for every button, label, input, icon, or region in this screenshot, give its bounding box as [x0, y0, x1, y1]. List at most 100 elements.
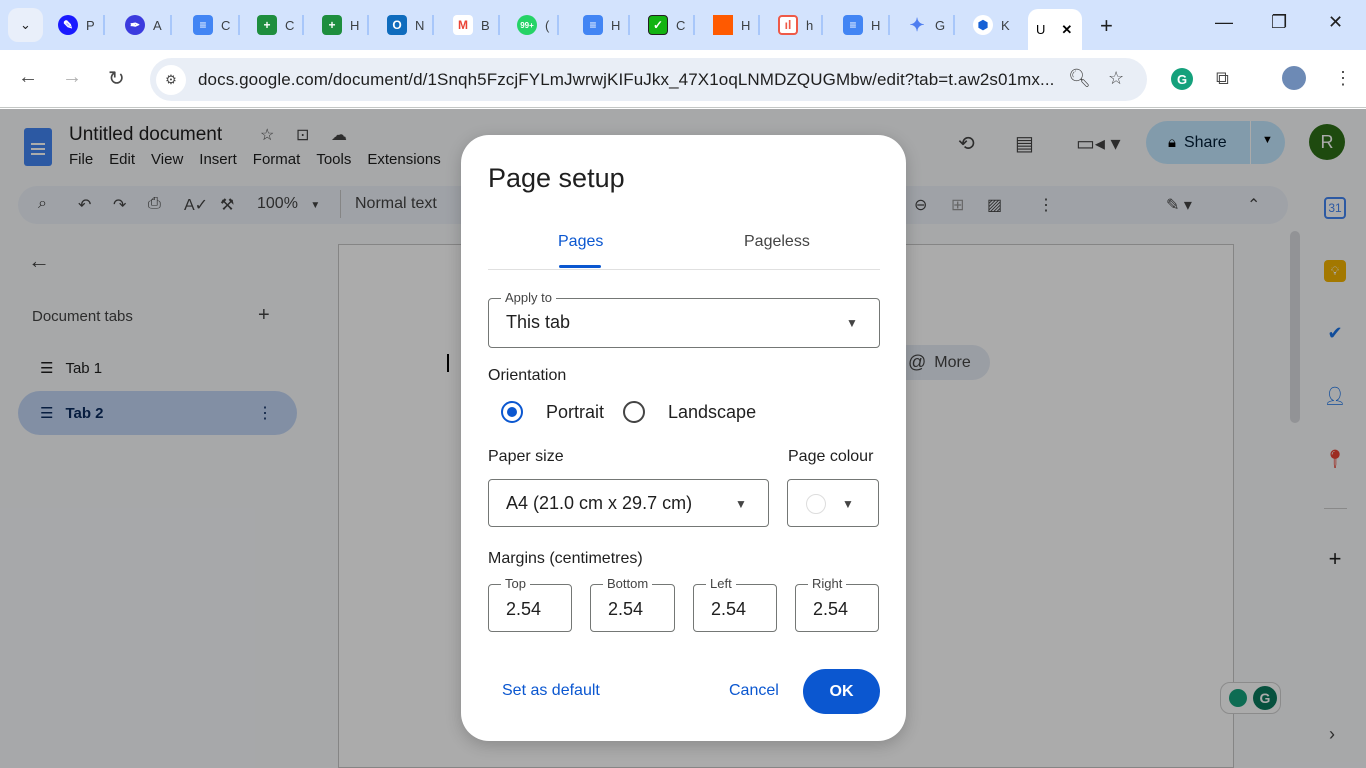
browser-tab[interactable]: + H: [322, 12, 370, 38]
tab-label: B: [481, 17, 490, 33]
docs-icon: ≡: [583, 15, 603, 35]
caret-down-icon: ▼: [846, 316, 858, 330]
docs-icon: ≡: [193, 15, 213, 35]
close-icon: ✕: [1328, 12, 1344, 32]
caret-down-icon: ▼: [842, 497, 854, 511]
margin-top-input[interactable]: Top 2.54: [488, 576, 572, 632]
forward-button[interactable]: →: [62, 66, 82, 89]
browser-tab[interactable]: H: [713, 12, 761, 38]
new-tab-button[interactable]: +: [1100, 13, 1113, 39]
outlook-icon: O: [387, 15, 407, 35]
tab-label: C: [676, 17, 686, 33]
field-value[interactable]: 2.54: [813, 599, 848, 620]
browser-tab[interactable]: ≡ C: [193, 12, 241, 38]
field-value[interactable]: 2.54: [711, 599, 746, 620]
browser-tab[interactable]: ✓ C: [648, 12, 696, 38]
profile-avatar[interactable]: [1282, 66, 1306, 90]
caret-down-icon: ▼: [735, 497, 747, 511]
browser-tab[interactable]: ≡ H: [843, 12, 891, 38]
sheets-icon: +: [322, 15, 342, 35]
tab-label: A: [153, 17, 162, 33]
landscape-label[interactable]: Landscape: [668, 402, 756, 423]
whatsapp-icon: 99+: [517, 15, 537, 35]
chart-icon: ıl: [778, 15, 798, 35]
ok-button[interactable]: OK: [803, 669, 880, 714]
browser-tab[interactable]: ıl h: [778, 12, 824, 38]
field-label: Bottom: [603, 576, 653, 591]
tab-pageless[interactable]: Pageless: [744, 233, 810, 251]
back-button[interactable]: ←: [18, 66, 38, 89]
page-colour-label: Page colour: [788, 448, 874, 465]
set-as-default-button[interactable]: Set as default: [502, 682, 600, 700]
margin-left-input[interactable]: Left 2.54: [693, 576, 777, 632]
paper-size-select[interactable]: A4 (21.0 cm x 29.7 cm) ▼: [488, 479, 769, 527]
active-browser-tab[interactable]: U ✕: [1028, 9, 1082, 50]
grammarly-extension-icon[interactable]: G: [1171, 68, 1193, 90]
minimize-icon: —: [1215, 12, 1233, 32]
landscape-radio[interactable]: [623, 401, 645, 423]
close-window-button[interactable]: ✕: [1328, 12, 1343, 33]
browser-tab[interactable]: ⬢ K: [973, 12, 1010, 38]
orientation-label: Orientation: [488, 367, 567, 384]
page-colour-select[interactable]: ▼: [787, 479, 879, 527]
minimize-button[interactable]: —: [1215, 12, 1233, 33]
active-tab-indicator: [559, 265, 601, 268]
checkbox-icon: ✓: [648, 15, 668, 35]
tab-label: C: [285, 17, 295, 33]
reload-icon: ↻: [108, 68, 125, 90]
pen-icon: ✒: [125, 15, 145, 35]
tab-label: (: [545, 17, 550, 33]
margin-bottom-input[interactable]: Bottom 2.54: [590, 576, 675, 632]
reload-button[interactable]: ↻: [108, 66, 125, 91]
portrait-radio[interactable]: [501, 401, 523, 423]
field-value[interactable]: 2.54: [608, 599, 643, 620]
browser-tab[interactable]: MB: [453, 12, 500, 38]
tab-label: C: [221, 17, 231, 33]
page-setup-dialog: Page setup Pages Pageless Apply to This …: [461, 135, 906, 741]
field-label: Top: [501, 576, 530, 591]
browser-tab[interactable]: + C: [257, 12, 305, 38]
browser-tab-strip: ⌄ ✎ P ✒ A ≡ C + C + H ON MB 99+( ≡ H ✓ C H ıl h …: [0, 0, 1366, 50]
arrow-right-icon: →: [62, 66, 82, 88]
omnibox[interactable]: ⚙ docs.google.com/document/d/1Snqh5FzcjF…: [150, 58, 1147, 101]
tab-pages[interactable]: Pages: [558, 233, 603, 251]
apply-to-select[interactable]: Apply to This tab ▼: [488, 290, 880, 348]
url-text[interactable]: docs.google.com/document/d/1Snqh5FzcjFYL…: [198, 70, 1054, 90]
tab-label: P: [86, 17, 95, 33]
bookmark-star-icon[interactable]: ☆: [1108, 68, 1124, 89]
close-tab-icon[interactable]: ✕: [1061, 22, 1072, 38]
restore-button[interactable]: ❐: [1271, 12, 1287, 33]
kebab-menu-icon[interactable]: ⋮: [1334, 68, 1352, 89]
paper-size-label: Paper size: [488, 448, 564, 465]
tab-label: U: [1036, 22, 1046, 37]
margin-right-input[interactable]: Right 2.54: [795, 576, 879, 632]
sheets-icon: +: [257, 15, 277, 35]
tab-label: K: [1001, 17, 1010, 33]
extensions-puzzle-icon[interactable]: ⧉: [1216, 68, 1229, 89]
dialog-title: Page setup: [488, 163, 625, 193]
orange-square-icon: [713, 15, 733, 35]
tab-label: G: [935, 17, 946, 33]
browser-tab[interactable]: ✎ P: [58, 12, 105, 38]
browser-tab[interactable]: ON: [387, 12, 435, 38]
browser-tab[interactable]: 99+ (: [517, 12, 560, 38]
tab-label: h: [806, 17, 814, 33]
tab-label: N: [415, 17, 425, 33]
field-value: This tab: [506, 312, 571, 332]
site-info-icon[interactable]: ⚙: [156, 64, 186, 95]
field-value[interactable]: 2.54: [506, 599, 541, 620]
quill-icon: ✎: [58, 15, 78, 35]
docs-icon: ≡: [843, 15, 863, 35]
tab-label: H: [871, 17, 881, 33]
tab-search-button[interactable]: ⌄: [8, 8, 43, 42]
cancel-button[interactable]: Cancel: [729, 682, 779, 700]
tab-label: H: [741, 17, 751, 33]
portrait-label[interactable]: Portrait: [546, 402, 604, 423]
arrow-left-icon: ←: [18, 66, 38, 88]
browser-tab[interactable]: ✦ G: [907, 12, 956, 38]
zoom-icon[interactable]: 🔍︎: [1068, 68, 1091, 89]
field-label: Right: [808, 576, 847, 591]
restore-icon: ❐: [1271, 12, 1288, 32]
browser-tab[interactable]: ≡ H: [583, 12, 631, 38]
browser-tab[interactable]: ✒ A: [125, 12, 172, 38]
